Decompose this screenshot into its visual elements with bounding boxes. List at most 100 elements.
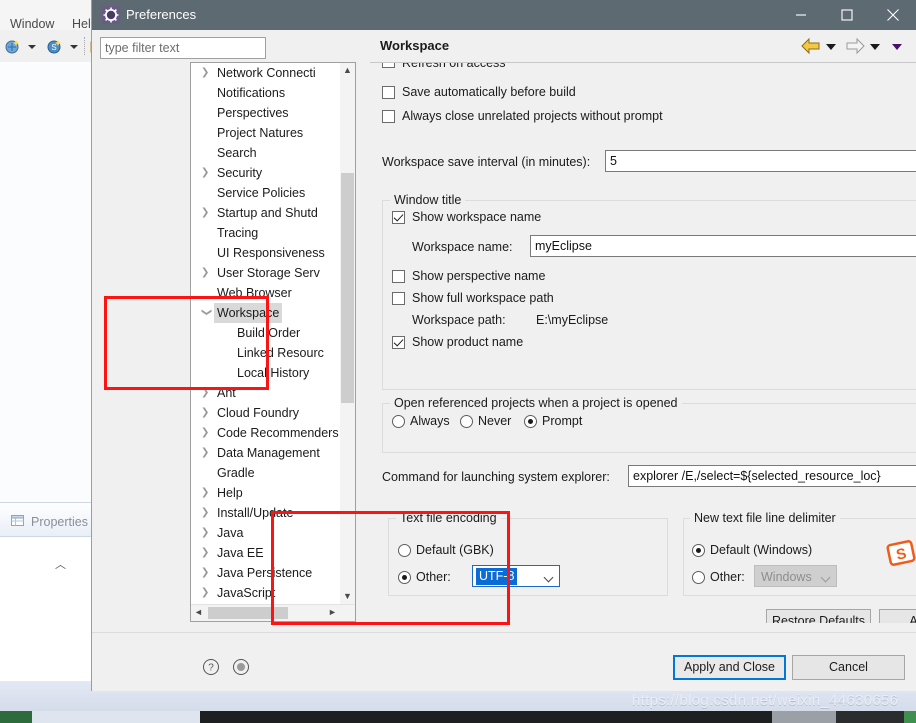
chevron-right-icon[interactable]: ❯ (201, 483, 211, 503)
chevron-right-icon[interactable]: ❯ (201, 423, 211, 443)
open-referenced-prompt-radio[interactable] (524, 415, 537, 428)
show-workspace-name-checkbox[interactable] (392, 211, 405, 224)
back-dropdown-icon[interactable] (826, 44, 836, 50)
encoding-default-radio[interactable] (398, 544, 411, 557)
tree-item[interactable]: ❯ Security (191, 163, 341, 183)
cancel-button[interactable]: Cancel (792, 655, 905, 680)
tree-item-label: Perspectives (217, 106, 289, 120)
tree-item[interactable]: Search (191, 143, 341, 163)
chevron-right-icon[interactable]: ❯ (201, 563, 211, 583)
encoding-default-label: Default (GBK) (416, 543, 494, 557)
explorer-command-input[interactable]: explorer /E,/select=${selected_resource_… (628, 465, 916, 487)
maximize-button[interactable] (824, 0, 870, 30)
chevron-right-icon[interactable]: ❯ (201, 443, 211, 463)
tree-item[interactable]: ❯ Code Recommenders (191, 423, 341, 443)
new-wizard-icon[interactable] (4, 38, 21, 55)
open-referenced-group-label: Open referenced projects when a project … (390, 396, 682, 410)
apply-and-close-button[interactable]: Apply and Close (673, 655, 786, 680)
tree-item[interactable]: ❯ Java (191, 523, 341, 543)
tree-item-label: Code Recommenders (217, 426, 339, 440)
show-perspective-name-checkbox[interactable] (392, 270, 405, 283)
chevron-right-icon[interactable]: ❯ (201, 583, 211, 603)
back-arrow-icon[interactable] (800, 37, 822, 58)
delimiter-other-radio[interactable] (692, 571, 705, 584)
chevron-right-icon[interactable]: ❯ (201, 383, 211, 403)
chevron-right-icon[interactable]: ❯ (201, 403, 211, 423)
tree-item[interactable]: Web Browser (191, 283, 341, 303)
chevron-right-icon[interactable]: ❯ (201, 263, 211, 283)
tree-item[interactable]: Notifications (191, 83, 341, 103)
tree-item[interactable]: Linked Resourc (191, 343, 341, 363)
save-interval-input[interactable]: 5 (605, 150, 916, 172)
tree-item[interactable]: Service Policies (191, 183, 341, 203)
scrollbar-thumb[interactable] (341, 173, 354, 403)
tree-horizontal-scrollbar[interactable]: ◄ ► (191, 604, 355, 621)
tree-item[interactable]: ❯ Cloud Foundry (191, 403, 341, 423)
tree-item[interactable]: ❯ Startup and Shutd (191, 203, 341, 223)
delimiter-default-radio[interactable] (692, 544, 705, 557)
collapse-chevron-icon[interactable]: ︿ (55, 556, 66, 572)
forward-arrow-icon[interactable] (844, 37, 866, 58)
save-automatically-checkbox[interactable] (382, 86, 395, 99)
forward-dropdown-icon[interactable] (870, 44, 880, 50)
tree-item[interactable]: ❯ Data Management (191, 443, 341, 463)
tree-item[interactable]: ❯ User Storage Serv (191, 263, 341, 283)
search-input[interactable] (100, 37, 266, 59)
tree-vertical-scrollbar[interactable]: ▲ ▼ (340, 63, 355, 604)
refresh-on-access-checkbox[interactable] (382, 63, 395, 68)
tree-item[interactable]: ❯ Java Persistence (191, 563, 341, 583)
workspace-name-input[interactable]: myEclipse (530, 235, 916, 257)
encoding-other-combobox[interactable]: UTF-8 (472, 565, 560, 587)
tree-item[interactable]: ❯ JavaScript (191, 583, 341, 603)
preferences-tree[interactable]: ❯ Network Connecti Notifications Perspectiv… (190, 62, 356, 622)
menu-help[interactable]: Hel (72, 17, 91, 31)
help-icon[interactable]: ? (202, 658, 220, 676)
scroll-left-icon[interactable]: ◄ (191, 605, 206, 620)
open-referenced-always-radio[interactable] (392, 415, 405, 428)
minimize-button[interactable] (778, 0, 824, 30)
tree-item[interactable]: Local History (191, 363, 341, 383)
chevron-right-icon[interactable]: ❯ (201, 63, 211, 83)
tree-item[interactable]: ❯ Help (191, 483, 341, 503)
scroll-down-icon[interactable]: ▼ (340, 589, 355, 604)
chevron-right-icon[interactable]: ❯ (201, 543, 211, 563)
panel-splitter[interactable] (360, 62, 366, 622)
scroll-right-icon[interactable]: ► (325, 605, 340, 620)
tree-item[interactable]: UI Responsiveness (191, 243, 341, 263)
chevron-down-icon[interactable] (540, 566, 559, 586)
menu-window[interactable]: Window (10, 17, 54, 31)
show-product-name-checkbox[interactable] (392, 336, 405, 349)
tree-item[interactable]: Tracing (191, 223, 341, 243)
tree-item[interactable]: ❯ Install/Update (191, 503, 341, 523)
chevron-right-icon[interactable]: ❯ (201, 503, 211, 523)
close-button[interactable] (870, 0, 916, 30)
scroll-up-icon[interactable]: ▲ (340, 63, 355, 78)
view-menu-icon[interactable] (892, 44, 902, 50)
encoding-other-radio[interactable] (398, 571, 411, 584)
tree-item[interactable]: Perspectives (191, 103, 341, 123)
view-tab-properties[interactable]: Properties (10, 511, 88, 533)
always-close-checkbox[interactable] (382, 110, 395, 123)
record-icon[interactable] (232, 658, 250, 676)
scrollbar-thumb[interactable] (208, 607, 288, 619)
tree-item-label: Cloud Foundry (217, 406, 299, 420)
restore-defaults-button[interactable]: Restore Defaults (766, 609, 871, 623)
tree-item[interactable]: Build Order (191, 323, 341, 343)
apply-button[interactable]: Apply (879, 609, 916, 623)
tree-item[interactable]: Project Natures (191, 123, 341, 143)
chevron-right-icon[interactable]: ❯ (201, 523, 211, 543)
new-project-dropdown-icon[interactable] (70, 45, 78, 49)
new-project-icon[interactable]: S (46, 38, 63, 55)
tree-item[interactable]: Gradle (191, 463, 341, 483)
tree-item[interactable]: ❯ Workspace (191, 303, 341, 323)
tree-item[interactable]: ❯ Network Connecti (191, 63, 341, 83)
chevron-right-icon[interactable]: ❯ (201, 203, 211, 223)
tree-item[interactable]: ❯ Ant (191, 383, 341, 403)
tree-item[interactable]: ❯ Java EE (191, 543, 341, 563)
chevron-right-icon[interactable]: ❯ (201, 163, 211, 183)
chevron-down-icon[interactable]: ❯ (196, 308, 216, 318)
show-full-path-checkbox[interactable] (392, 292, 405, 305)
new-wizard-dropdown-icon[interactable] (28, 45, 36, 49)
chevron-down-icon (817, 566, 836, 586)
open-referenced-never-radio[interactable] (460, 415, 473, 428)
